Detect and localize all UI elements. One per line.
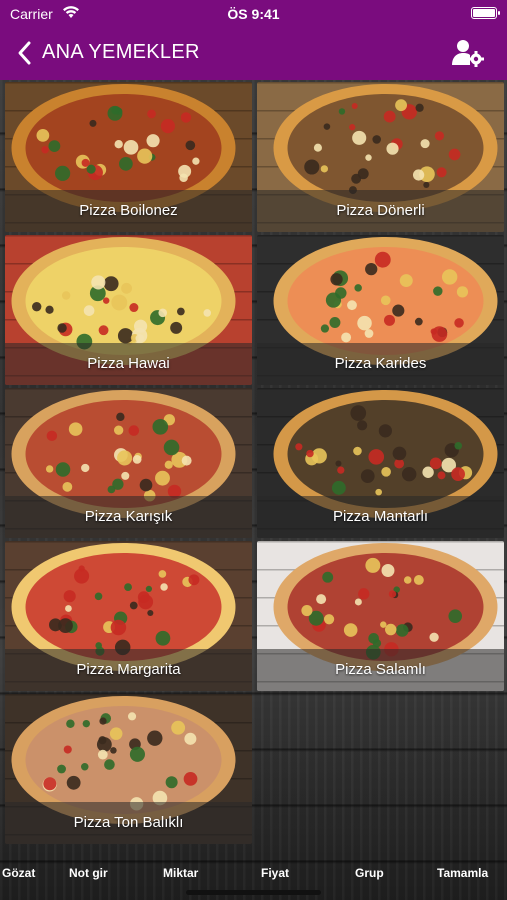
toolbar-browse[interactable]: Gözat bbox=[2, 866, 35, 880]
user-settings-icon[interactable] bbox=[451, 38, 485, 68]
status-bar: Carrier ÖS 9:41 bbox=[0, 0, 507, 28]
chevron-left-icon[interactable] bbox=[14, 39, 36, 67]
product-tile[interactable]: Pizza Boilonez bbox=[5, 82, 252, 232]
product-name: Pizza Boilonez bbox=[5, 190, 252, 232]
product-tile[interactable]: Pizza Karışık bbox=[5, 388, 252, 538]
battery-icon bbox=[471, 7, 500, 19]
product-tile[interactable]: Pizza Margarita bbox=[5, 541, 252, 691]
toolbar-price[interactable]: Fiyat bbox=[261, 866, 289, 880]
product-tile[interactable]: Pizza Ton Balıklı bbox=[5, 694, 252, 844]
product-name: Pizza Karışık bbox=[5, 496, 252, 538]
page-title: ANA YEMEKLER bbox=[42, 41, 200, 63]
home-indicator bbox=[186, 890, 321, 895]
top-bar: Carrier ÖS 9:41 ANA YEMEKLER bbox=[0, 0, 507, 80]
navigation-bar: ANA YEMEKLER bbox=[0, 30, 507, 76]
product-tile[interactable]: Pizza Salamlı bbox=[257, 541, 504, 691]
toolbar-complete[interactable]: Tamamla bbox=[437, 866, 488, 880]
product-tile[interactable]: Pizza Hawai bbox=[5, 235, 252, 385]
clock: ÖS 9:41 bbox=[227, 6, 280, 22]
toolbar-note[interactable]: Not gir bbox=[69, 866, 108, 880]
product-name: Pizza Hawai bbox=[5, 343, 252, 385]
product-name: Pizza Ton Balıklı bbox=[5, 802, 252, 844]
product-name: Pizza Karides bbox=[257, 343, 504, 385]
product-tile[interactable]: Pizza Dönerli bbox=[257, 82, 504, 232]
toolbar-quantity[interactable]: Miktar bbox=[163, 866, 198, 880]
product-name: Pizza Margarita bbox=[5, 649, 252, 691]
product-tile[interactable]: Pizza Karides bbox=[257, 235, 504, 385]
product-name: Pizza Dönerli bbox=[257, 190, 504, 232]
toolbar-group[interactable]: Grup bbox=[355, 866, 384, 880]
bottom-toolbar: Gözat Not gir Miktar Fiyat Grup Tamamla bbox=[0, 862, 507, 888]
product-name: Pizza Mantarlı bbox=[257, 496, 504, 538]
product-tile[interactable]: Pizza Mantarlı bbox=[257, 388, 504, 538]
product-name: Pizza Salamlı bbox=[257, 649, 504, 691]
